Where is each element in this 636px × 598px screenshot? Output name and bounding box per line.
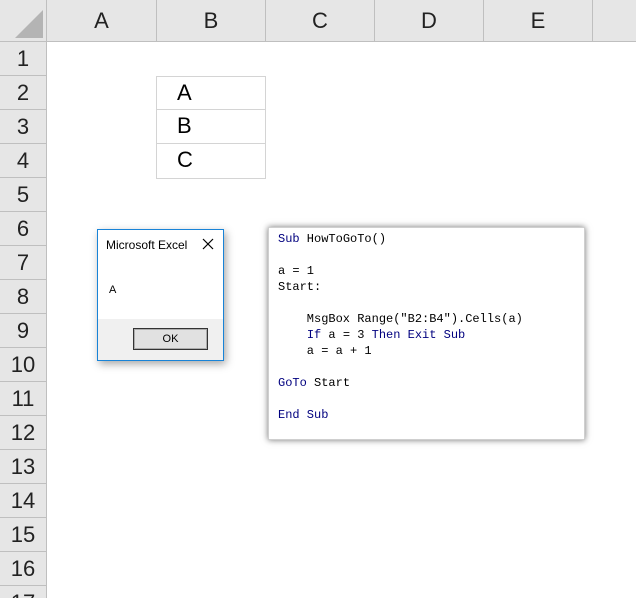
select-all-corner[interactable]: [0, 0, 47, 42]
code-text: a = 1: [278, 264, 315, 278]
close-icon[interactable]: [201, 235, 215, 253]
code-text: HowToGoTo(): [299, 232, 387, 246]
msgbox-title: Microsoft Excel: [106, 238, 188, 252]
code-line-7: If a = 3 Then Exit Sub: [278, 327, 465, 343]
row-header-7[interactable]: 7: [0, 246, 47, 280]
code-keyword: Sub: [278, 232, 300, 246]
code-keyword: GoTo: [278, 376, 307, 390]
code-line-4: Start:: [278, 279, 321, 295]
row-header-13[interactable]: 13: [0, 450, 47, 484]
spreadsheet[interactable]: A B C D E 1 2 3 4 5 6 7 8 9 10 11 12 13 …: [0, 0, 636, 598]
code-text: a = a + 1: [278, 344, 372, 358]
code-line-3: a = 1: [278, 263, 314, 279]
code-text: Start: [306, 376, 351, 390]
code-line-1: Sub HowToGoTo(): [278, 231, 386, 247]
row-header-10[interactable]: 10: [0, 348, 47, 382]
select-all-triangle-icon: [15, 10, 43, 38]
row-header-4[interactable]: 4: [0, 144, 47, 178]
code-text: MsgBox Range("B2:B4").Cells(a): [278, 312, 523, 326]
code-line-8: a = a + 1: [278, 343, 372, 359]
vba-code-panel[interactable]: Sub HowToGoTo() a = 1 Start: MsgBox Rang…: [268, 227, 585, 440]
row-header-1[interactable]: 1: [0, 42, 47, 76]
row-header-17[interactable]: 17: [0, 586, 47, 598]
row-header-5[interactable]: 5: [0, 178, 47, 212]
row-header-14[interactable]: 14: [0, 484, 47, 518]
column-header-b[interactable]: B: [157, 0, 266, 42]
row-header-9[interactable]: 9: [0, 314, 47, 348]
code-line-12: End Sub: [278, 407, 328, 423]
code-line-10: GoTo Start: [278, 375, 350, 391]
cell-b4[interactable]: C: [156, 144, 266, 179]
code-keyword: Then Exit Sub: [371, 328, 466, 342]
column-header-f[interactable]: [593, 0, 636, 42]
row-header-6[interactable]: 6: [0, 212, 47, 246]
code-keyword: If: [306, 328, 322, 342]
msgbox-message: A: [109, 284, 117, 296]
column-header-e[interactable]: E: [484, 0, 593, 42]
row-header-15[interactable]: 15: [0, 518, 47, 552]
row-header-16[interactable]: 16: [0, 552, 47, 586]
row-header-11[interactable]: 11: [0, 382, 47, 416]
column-header-c[interactable]: C: [266, 0, 375, 42]
column-header-a[interactable]: A: [47, 0, 157, 42]
code-keyword: End Sub: [278, 408, 329, 422]
code-text: Start:: [278, 280, 322, 294]
ok-button[interactable]: OK: [133, 328, 208, 350]
column-header-d[interactable]: D: [375, 0, 484, 42]
msgbox-dialog: Microsoft Excel A OK: [97, 229, 224, 361]
row-header-12[interactable]: 12: [0, 416, 47, 450]
code-line-6: MsgBox Range("B2:B4").Cells(a): [278, 311, 523, 327]
msgbox-footer: OK: [98, 319, 223, 360]
row-header-2[interactable]: 2: [0, 76, 47, 110]
row-header-3[interactable]: 3: [0, 110, 47, 144]
row-header-8[interactable]: 8: [0, 280, 47, 314]
cell-b3[interactable]: B: [156, 110, 266, 144]
code-text: a = 3: [321, 328, 372, 342]
cell-b2[interactable]: A: [156, 76, 266, 110]
